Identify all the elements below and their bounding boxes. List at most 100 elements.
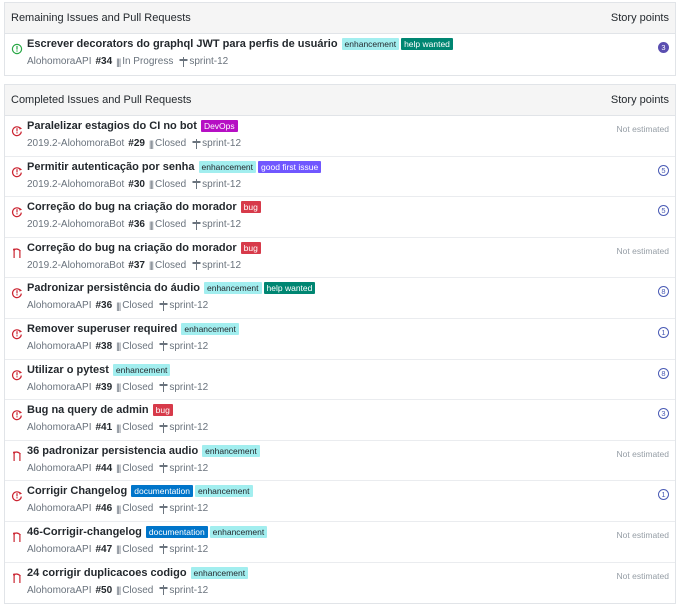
issue-title-link[interactable]: Corrigir Changelog <box>27 485 127 497</box>
milestone-name[interactable]: sprint-12 <box>169 422 208 433</box>
repository-name[interactable]: AlohomoraAPI <box>27 503 91 514</box>
repository-name[interactable]: 2019.2-AlohomoraBot <box>27 179 124 190</box>
repository-name[interactable]: 2019.2-AlohomoraBot <box>27 260 124 271</box>
issue-meta-line: AlohomoraAPI #44 ||| Closed sprint-12 <box>27 463 208 474</box>
milestone-name[interactable]: sprint-12 <box>202 219 241 230</box>
story-points: Not estimated <box>616 570 669 581</box>
issue-row[interactable]: Permitir autenticação por senha enhanceme… <box>5 157 675 198</box>
repository-name[interactable]: AlohomoraAPI <box>27 422 91 433</box>
issue-number[interactable]: #41 <box>95 422 112 433</box>
issue-number[interactable]: #36 <box>95 300 112 311</box>
issue-title-line: Escrever decorators do graphql JWT para … <box>27 38 455 50</box>
remaining-issues-panel: Remaining Issues and Pull Requests Story… <box>4 2 676 76</box>
issue-label[interactable]: enhancement <box>341 38 400 50</box>
issue-number[interactable]: #30 <box>128 179 145 190</box>
issue-title-line: Correção do bug na criação do morador bug <box>27 201 263 214</box>
issue-title-line: 46-Corrigir-changelog documentation enhanc… <box>27 525 269 538</box>
issue-title-link[interactable]: 36 padronizar persistencia audio <box>27 445 198 457</box>
issue-row[interactable]: Escrever decorators do graphql JWT para … <box>5 34 675 75</box>
issue-row[interactable]: Paralelizar estagios do CI no bot DevOps 2… <box>5 116 675 157</box>
issue-row[interactable]: Corrigir Changelog documentation enhanceme… <box>5 481 675 522</box>
milestone-name[interactable]: sprint-12 <box>202 260 241 271</box>
repository-name[interactable]: AlohomoraAPI <box>27 56 91 67</box>
issue-label[interactable]: documentation <box>131 485 193 498</box>
issue-number[interactable]: #29 <box>128 138 145 149</box>
issue-label[interactable]: enhancement <box>204 282 262 295</box>
issue-title-link[interactable]: Escrever decorators do graphql JWT para … <box>27 38 338 50</box>
story-points: Not estimated <box>616 448 669 459</box>
issue-title-link[interactable]: Correção do bug na criação do morador <box>27 242 237 254</box>
project-column-icon: ||| <box>148 138 154 149</box>
milestone-name[interactable]: sprint-12 <box>202 138 241 149</box>
milestone-name[interactable]: sprint-12 <box>189 56 228 67</box>
issue-label[interactable]: bug <box>152 404 173 417</box>
issue-number[interactable]: #34 <box>95 56 112 67</box>
issue-label[interactable]: enhancement <box>195 485 253 498</box>
issue-number[interactable]: #39 <box>95 382 112 393</box>
repository-name[interactable]: AlohomoraAPI <box>27 585 91 596</box>
milestone-name[interactable]: sprint-12 <box>169 503 208 514</box>
issue-title-link[interactable]: Paralelizar estagios do CI no bot <box>27 120 197 132</box>
milestone-icon <box>192 179 201 190</box>
issue-label[interactable]: bug <box>240 241 261 254</box>
issue-row[interactable]: Padronizar persistência do áudio enhancem… <box>5 278 675 319</box>
milestone-name[interactable]: sprint-12 <box>202 179 241 190</box>
issue-title-link[interactable]: Correção do bug na criação do morador <box>27 201 237 213</box>
issue-number[interactable]: #50 <box>95 585 112 596</box>
issue-label[interactable]: enhancement <box>181 322 239 335</box>
story-points: Not estimated <box>616 245 669 256</box>
milestone-name[interactable]: sprint-12 <box>169 300 208 311</box>
milestone-name[interactable]: sprint-12 <box>169 544 208 555</box>
project-column-icon: ||| <box>116 56 121 67</box>
issue-title-link[interactable]: 24 corrigir duplicacoes codigo <box>27 567 187 579</box>
issue-title-link[interactable]: 46-Corrigir-changelog <box>27 526 142 538</box>
issue-row[interactable]: Remover superuser required enhancement Alo… <box>5 319 675 360</box>
issue-label[interactable]: enhancement <box>112 363 171 376</box>
issue-row[interactable]: Bug na query de admin bug AlohomoraAPI #41 |… <box>5 400 675 441</box>
issue-row[interactable]: 36 padronizar persistencia audio enhancem… <box>5 441 675 482</box>
issue-row[interactable]: Utilizar o pytest enhancement AlohomoraAPI… <box>5 360 675 401</box>
issue-number[interactable]: #44 <box>95 463 112 474</box>
repository-name[interactable]: AlohomoraAPI <box>27 341 91 352</box>
issue-label[interactable]: enhancement <box>198 160 257 173</box>
issue-number[interactable]: #38 <box>95 341 112 352</box>
issue-row[interactable]: Correção do bug na criação do morador bug… <box>5 197 675 238</box>
issue-label[interactable]: enhancement <box>209 525 268 538</box>
milestone-name[interactable]: sprint-12 <box>169 341 208 352</box>
issue-title-link[interactable]: Padronizar persistência do áudio <box>27 282 200 294</box>
issue-label[interactable]: DevOps <box>200 120 238 132</box>
issue-title-link[interactable]: Permitir autenticação por senha <box>27 161 195 173</box>
milestone-name[interactable]: sprint-12 <box>169 382 208 393</box>
repository-name[interactable]: AlohomoraAPI <box>27 544 91 555</box>
issue-label[interactable]: help wanted <box>263 282 316 295</box>
milestone-name[interactable]: sprint-12 <box>169 463 208 474</box>
issue-title-link[interactable]: Bug na query de admin <box>27 404 149 416</box>
project-column-icon: ||| <box>116 382 121 393</box>
repository-name[interactable]: 2019.2-AlohomoraBot <box>27 219 124 230</box>
repository-name[interactable]: AlohomoraAPI <box>27 463 91 474</box>
issue-label[interactable]: help wanted <box>401 38 453 50</box>
project-column-icon: ||| <box>116 585 121 596</box>
issue-number[interactable]: #36 <box>128 219 145 230</box>
issue-number[interactable]: #47 <box>95 544 112 555</box>
repository-name[interactable]: 2019.2-AlohomoraBot <box>27 138 124 149</box>
issue-title-link[interactable]: Utilizar o pytest <box>27 364 109 376</box>
issue-status: Closed <box>122 462 154 474</box>
issue-label[interactable]: good first issue <box>258 160 322 173</box>
project-column-icon: ||| <box>116 300 121 311</box>
issue-row[interactable]: 46-Corrigir-changelog documentation enhanc… <box>5 522 675 563</box>
issue-label[interactable]: enhancement <box>190 566 249 579</box>
issue-number[interactable]: #46 <box>95 503 112 514</box>
repository-name[interactable]: AlohomoraAPI <box>27 382 91 393</box>
issue-label[interactable]: documentation <box>145 525 208 538</box>
issue-row[interactable]: Correção do bug na criação do morador bug… <box>5 238 675 279</box>
issue-meta-line: AlohomoraAPI #47 ||| Closed sprint-12 <box>27 544 208 555</box>
repository-name[interactable]: AlohomoraAPI <box>27 300 91 311</box>
issue-row[interactable]: 24 corrigir duplicacoes codigo enhancemen… <box>5 563 675 604</box>
issue-title-link[interactable]: Remover superuser required <box>27 323 177 335</box>
issue-number[interactable]: #37 <box>128 260 145 271</box>
milestone-name[interactable]: sprint-12 <box>169 585 208 596</box>
issue-label[interactable]: enhancement <box>202 444 260 457</box>
issue-label[interactable]: bug <box>240 201 261 214</box>
story-points-badge: 8 <box>658 286 669 298</box>
